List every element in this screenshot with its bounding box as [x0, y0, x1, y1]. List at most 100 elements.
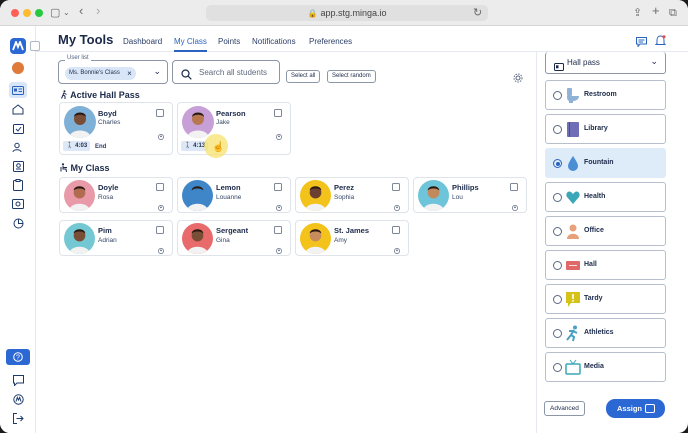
my-tools-icon[interactable]: [9, 82, 27, 98]
tab-preferences[interactable]: Preferences: [309, 37, 352, 46]
student-card[interactable]: St. James Amy: [295, 220, 409, 256]
select-checkbox[interactable]: [156, 226, 164, 234]
profile-icon[interactable]: [158, 127, 164, 140]
close-icon[interactable]: ×: [127, 67, 132, 80]
forward-icon[interactable]: ›: [96, 3, 100, 19]
radio-button[interactable]: [553, 159, 562, 168]
student-card[interactable]: Phillips Lou: [413, 177, 527, 213]
user-list-select[interactable]: User list Ms. Bonnie's Class × ⌄: [58, 55, 168, 84]
new-tab-icon[interactable]: +: [652, 3, 660, 19]
calendar-icon[interactable]: [10, 120, 26, 136]
my-class-title: My Class: [70, 163, 110, 173]
student-card[interactable]: Pim Adrian: [59, 220, 173, 256]
select-checkbox[interactable]: [274, 183, 282, 191]
select-checkbox[interactable]: [156, 183, 164, 191]
chevron-down-icon[interactable]: ⌄: [650, 56, 658, 67]
feedback-icon[interactable]: [10, 372, 26, 388]
hall-pass-option-health[interactable]: Health: [545, 182, 666, 212]
radio-button[interactable]: [553, 329, 562, 338]
student-card[interactable]: Lemon Louanne: [177, 177, 291, 213]
select-checkbox[interactable]: [274, 226, 282, 234]
select-all-button[interactable]: Select all: [286, 70, 321, 83]
reload-icon[interactable]: ↻: [473, 5, 482, 21]
timer-value: 4:03: [75, 143, 88, 149]
messages-icon[interactable]: [636, 34, 648, 48]
minimize-window-button[interactable]: [23, 9, 31, 17]
student-search[interactable]: Search all students: [172, 60, 280, 84]
people-icon[interactable]: [10, 139, 26, 155]
person-icon: [565, 223, 581, 240]
address-bar[interactable]: 🔒 app.stg.minga.io: [206, 5, 488, 21]
select-random-button[interactable]: Select random: [327, 70, 376, 83]
student-card[interactable]: Perez Sophia: [295, 177, 409, 213]
home-icon[interactable]: [10, 101, 26, 117]
radio-button[interactable]: [553, 91, 562, 100]
hall-pass-type-select[interactable]: Hall pass ⌄: [545, 52, 666, 74]
hall-pass-option-label: Health: [584, 193, 606, 200]
tab-points[interactable]: Points: [218, 37, 240, 46]
hall-pass-option-library[interactable]: Library: [545, 114, 666, 144]
profile-icon[interactable]: [276, 241, 282, 254]
minga-logo-icon[interactable]: [10, 38, 26, 54]
hall-pass-option-tardy[interactable]: Tardy: [545, 284, 666, 314]
zoom-window-button[interactable]: [35, 9, 43, 17]
tab-my-class[interactable]: My Class: [174, 37, 207, 52]
tab-dashboard[interactable]: Dashboard: [123, 37, 162, 46]
hall-pass-option-office[interactable]: Office: [545, 216, 666, 246]
tab-overview-icon[interactable]: ⧉: [669, 5, 677, 21]
profile-icon[interactable]: [394, 198, 400, 211]
select-checkbox[interactable]: [156, 109, 164, 117]
student-card[interactable]: Doyle Rosa: [59, 177, 173, 213]
class-chip[interactable]: Ms. Bonnie's Class ×: [65, 67, 136, 80]
active-pass-card[interactable]: Pearson Jake 🚶 4:13: [177, 102, 291, 155]
hall-pass-option-fountain[interactable]: Fountain: [545, 148, 666, 178]
end-pass-button[interactable]: End: [95, 144, 106, 150]
gear-icon[interactable]: [513, 70, 523, 83]
radio-button[interactable]: [553, 193, 562, 202]
tab-notifications[interactable]: Notifications: [252, 37, 296, 46]
hall-pass-option-athletics[interactable]: Athletics: [545, 318, 666, 348]
assign-button[interactable]: Assign: [606, 399, 665, 418]
camera-icon[interactable]: [10, 196, 26, 212]
back-icon[interactable]: ‹: [79, 3, 83, 19]
chevron-down-icon[interactable]: ⌄: [153, 66, 161, 77]
hand-cursor-icon: ☝: [212, 142, 225, 153]
radio-button[interactable]: [553, 227, 562, 236]
hall-pass-panel: Hall pass ⌄ Restroom Library Fountain Healt…: [536, 52, 688, 433]
chevron-down-icon[interactable]: ⌄: [63, 5, 70, 21]
runner-icon: [565, 325, 581, 342]
profile-icon[interactable]: [276, 198, 282, 211]
hall-pass-option-media[interactable]: Media: [545, 352, 666, 382]
profile-icon[interactable]: [276, 127, 282, 140]
hall-pass-option-hall[interactable]: Hall: [545, 250, 666, 280]
avatar-icon[interactable]: [12, 62, 24, 74]
profile-icon[interactable]: [158, 198, 164, 211]
help-icon[interactable]: ?: [6, 349, 30, 365]
select-checkbox[interactable]: [392, 226, 400, 234]
radio-button[interactable]: [553, 125, 562, 134]
profile-icon[interactable]: [158, 241, 164, 254]
student-last-name: Sergeant: [216, 226, 249, 235]
profile-icon[interactable]: [512, 198, 518, 211]
analytics-icon[interactable]: [10, 215, 26, 231]
hall-pass-option-restroom[interactable]: Restroom: [545, 80, 666, 110]
bell-icon[interactable]: [654, 34, 667, 46]
select-checkbox[interactable]: [274, 109, 282, 117]
sidebar-toggle-icon[interactable]: ▢: [50, 5, 60, 21]
profile-icon[interactable]: [394, 241, 400, 254]
radio-button[interactable]: [553, 363, 562, 372]
advanced-button[interactable]: Advanced: [544, 401, 585, 416]
select-checkbox[interactable]: [392, 183, 400, 191]
radio-button[interactable]: [553, 295, 562, 304]
walking-person-icon: 🚶: [66, 143, 74, 149]
student-card[interactable]: Sergeant Gina: [177, 220, 291, 256]
select-checkbox[interactable]: [510, 183, 518, 191]
share-icon[interactable]: ⇪: [633, 5, 642, 21]
minga-badge-icon[interactable]: [10, 391, 26, 407]
logout-icon[interactable]: [10, 410, 26, 426]
close-window-button[interactable]: [11, 9, 19, 17]
active-pass-card[interactable]: Boyd Charles 🚶 4:03 End: [59, 102, 173, 155]
radio-button[interactable]: [553, 261, 562, 270]
clipboard-icon[interactable]: [10, 177, 26, 193]
id-card-icon[interactable]: [10, 158, 26, 174]
